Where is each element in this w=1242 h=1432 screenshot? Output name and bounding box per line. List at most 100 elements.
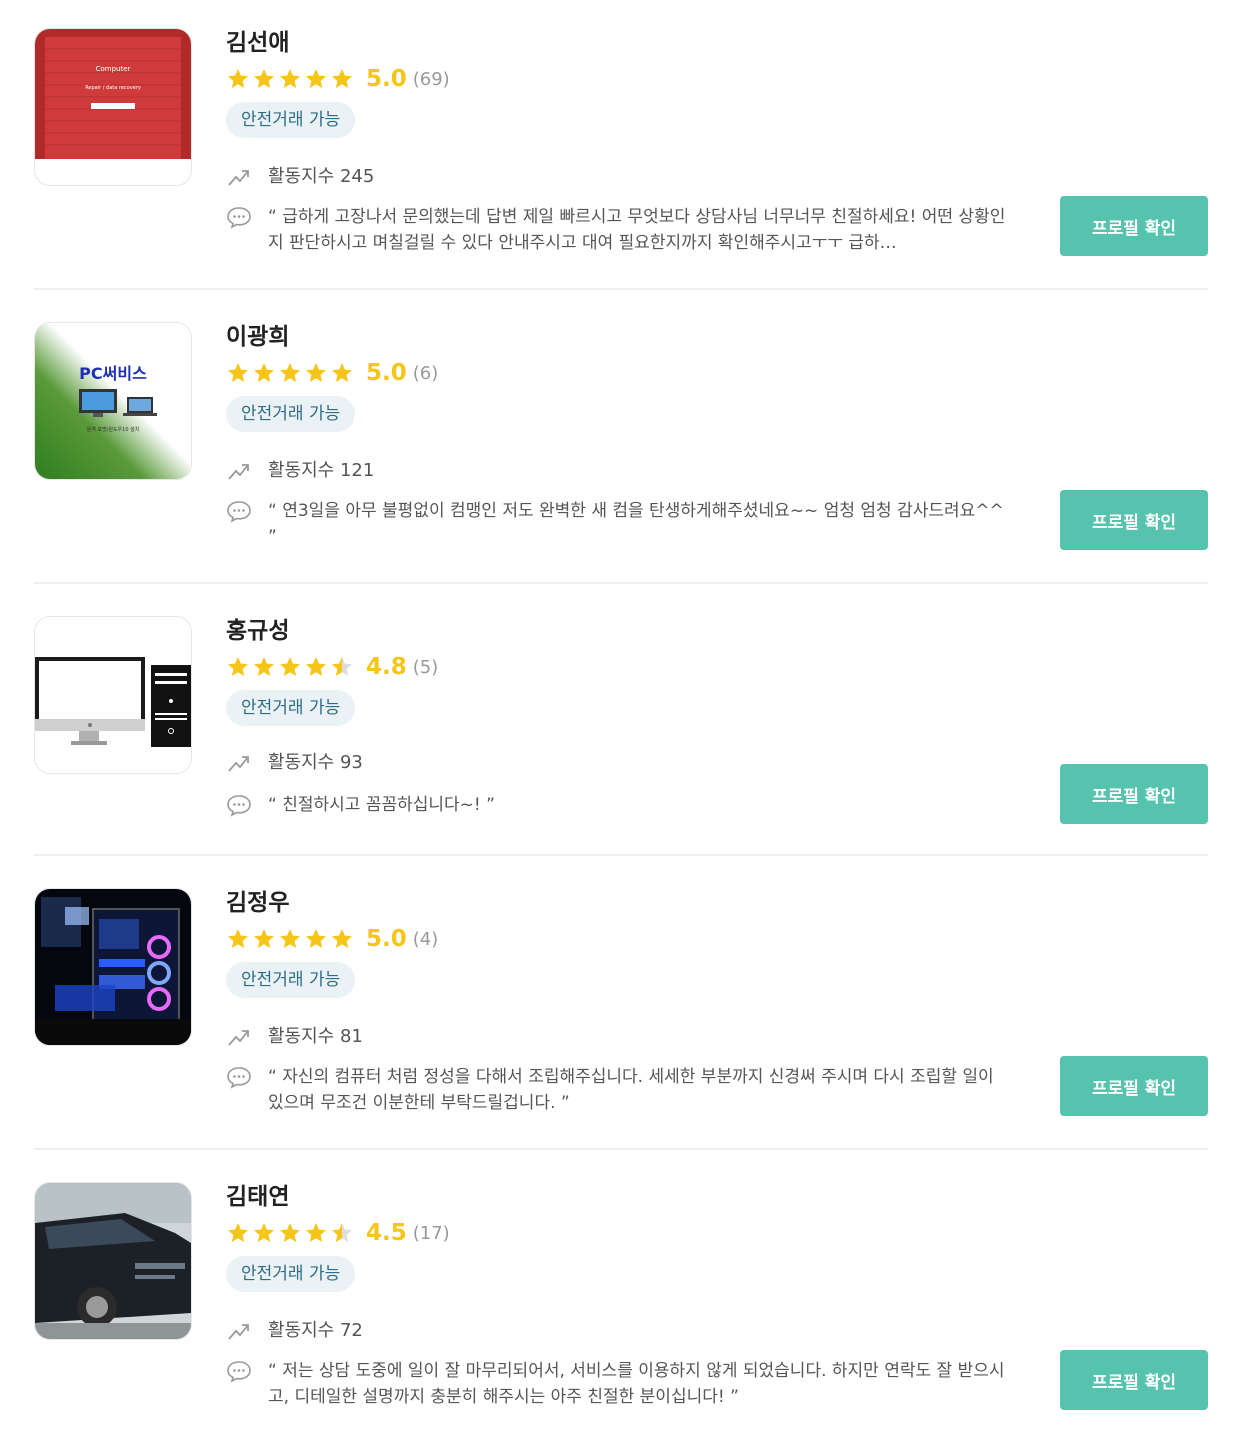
rating-score: 5.0 bbox=[366, 66, 407, 92]
activity-score: 활동지수 121 bbox=[268, 460, 375, 481]
trending-up-icon bbox=[228, 1324, 249, 1340]
profile-image[interactable] bbox=[34, 1182, 192, 1340]
trending-up-icon bbox=[228, 756, 249, 772]
rating: 4.5 (17) bbox=[226, 1218, 450, 1248]
star-icon bbox=[306, 929, 326, 948]
review-row: “ 저는 상담 도중에 일이 잘 마무리되어서, 서비스를 이용하지 않게 되었… bbox=[226, 1358, 1008, 1410]
review-count: (4) bbox=[412, 928, 439, 950]
thumb-title: Computer bbox=[96, 65, 131, 73]
star-rating bbox=[226, 1221, 354, 1245]
star-icon bbox=[280, 929, 300, 948]
thumb-title: PC써비스 bbox=[79, 364, 147, 383]
gaming-pc-image bbox=[35, 889, 191, 1045]
speech-bubble-icon bbox=[227, 1067, 251, 1089]
profile-check-button[interactable]: 프로필 확인 bbox=[1060, 196, 1208, 256]
review-row: “ 연3일을 아무 불평없이 컴맹인 저도 완벽한 새 컴을 탄생하게해주셨네요… bbox=[226, 498, 1008, 550]
star-icon bbox=[332, 929, 352, 948]
expert-name: 이광희 bbox=[226, 324, 290, 350]
rating: 4.8 (5) bbox=[226, 652, 438, 682]
star-icon bbox=[306, 69, 326, 88]
star-rating bbox=[226, 67, 354, 91]
review-text: “ 급하게 고장나서 문의했는데 답변 제일 빠르시고 무엇보다 상담사님 너무… bbox=[268, 207, 1006, 253]
rating: 5.0 (6) bbox=[226, 358, 438, 388]
activity-row: 활동지수 72 bbox=[226, 1318, 363, 1344]
rating-score: 5.0 bbox=[366, 926, 407, 952]
review-count: (6) bbox=[412, 362, 439, 384]
desktop-computer-image bbox=[35, 617, 191, 773]
star-icon bbox=[254, 69, 274, 88]
expert-name: 홍규성 bbox=[226, 618, 290, 644]
star-rating bbox=[226, 655, 354, 679]
activity-score: 활동지수 93 bbox=[268, 752, 363, 773]
star-icon bbox=[254, 657, 274, 676]
activity-row: 활동지수 121 bbox=[226, 458, 374, 484]
rating-score: 5.0 bbox=[366, 360, 407, 386]
review-count: (17) bbox=[412, 1222, 450, 1244]
activity-score: 활동지수 81 bbox=[268, 1026, 363, 1047]
speech-bubble-icon bbox=[227, 207, 251, 229]
speech-bubble-icon bbox=[227, 1361, 251, 1383]
profile-check-button[interactable]: 프로필 확인 bbox=[1060, 1056, 1208, 1116]
rating: 5.0 (69) bbox=[226, 64, 450, 94]
profile-image[interactable] bbox=[34, 888, 192, 1046]
speech-bubble-icon bbox=[227, 795, 251, 817]
expert-card: PC써비스 원격 포맷/윈도우10 설치 이광희 5.0 (6) 안전거래 가능 bbox=[34, 322, 1208, 584]
star-icon bbox=[254, 1223, 274, 1242]
star-icon bbox=[280, 1223, 300, 1242]
expert-name: 김태연 bbox=[226, 1184, 290, 1210]
expert-card: 김태연 4.5 (17) 안전거래 가능 활동지수 72 “ 저는 상담 도중에… bbox=[34, 1182, 1208, 1432]
activity-row: 활동지수 93 bbox=[226, 750, 363, 776]
profile-check-button[interactable]: 프로필 확인 bbox=[1060, 490, 1208, 550]
expert-name: 김선애 bbox=[226, 30, 290, 56]
star-icon bbox=[332, 363, 352, 382]
profile-check-button[interactable]: 프로필 확인 bbox=[1060, 1350, 1208, 1410]
profile-check-button[interactable]: 프로필 확인 bbox=[1060, 764, 1208, 824]
expert-name: 김정우 bbox=[226, 890, 290, 916]
thumb-subtitle: 원격 포맷/윈도우10 설치 bbox=[87, 426, 140, 433]
review-row: “ 친절하시고 꼼꼼하십니다~! ” bbox=[226, 792, 1008, 818]
star-icon bbox=[228, 929, 248, 948]
activity-row: 활동지수 81 bbox=[226, 1024, 363, 1050]
trending-up-icon bbox=[228, 170, 249, 186]
star-icon bbox=[228, 657, 248, 676]
star-icon bbox=[306, 657, 326, 676]
expert-card: 홍규성 4.8 (5) 안전거래 가능 활동지수 93 “ 친절하시고 꼼꼼하십… bbox=[34, 616, 1208, 856]
trending-up-icon bbox=[228, 1030, 249, 1046]
review-text: “ 자신의 컴퓨터 처럼 정성을 다해서 조립해주십니다. 세세한 부분까지 신… bbox=[268, 1067, 994, 1113]
activity-score: 활동지수 245 bbox=[268, 166, 375, 187]
star-icon bbox=[280, 363, 300, 382]
activity-score: 활동지수 72 bbox=[268, 1320, 363, 1341]
rating-score: 4.8 bbox=[366, 654, 407, 680]
profile-image[interactable] bbox=[34, 616, 192, 774]
star-icon bbox=[254, 929, 274, 948]
star-icon bbox=[280, 69, 300, 88]
safe-trade-badge: 안전거래 가능 bbox=[226, 102, 356, 138]
speech-bubble-icon bbox=[227, 501, 251, 523]
review-text: “ 연3일을 아무 불평없이 컴맹인 저도 완벽한 새 컴을 탄생하게해주셨네요… bbox=[268, 501, 1004, 547]
trending-up-icon bbox=[228, 464, 249, 480]
star-icon bbox=[332, 69, 352, 88]
star-icon bbox=[228, 1223, 248, 1242]
review-text: “ 친절하시고 꼼꼼하십니다~! ” bbox=[268, 795, 495, 815]
star-icon bbox=[306, 1223, 326, 1242]
rating: 5.0 (4) bbox=[226, 924, 438, 954]
rating-score: 4.5 bbox=[366, 1220, 407, 1246]
safe-trade-badge: 안전거래 가능 bbox=[226, 1256, 356, 1292]
thumb-subtitle: Repair / data recovery bbox=[85, 85, 141, 91]
star-icon bbox=[332, 1223, 352, 1242]
safe-trade-badge: 안전거래 가능 bbox=[226, 690, 356, 726]
star-icon bbox=[280, 657, 300, 676]
review-count: (5) bbox=[412, 656, 439, 678]
review-count: (69) bbox=[412, 68, 450, 90]
star-rating bbox=[226, 927, 354, 951]
review-row: “ 급하게 고장나서 문의했는데 답변 제일 빠르시고 무엇보다 상담사님 너무… bbox=[226, 204, 1008, 256]
shop-shutter-image: Computer Repair / data recovery bbox=[35, 29, 191, 185]
star-icon bbox=[228, 363, 248, 382]
pc-service-image: PC써비스 원격 포맷/윈도우10 설치 bbox=[35, 323, 191, 479]
profile-image[interactable]: Computer Repair / data recovery bbox=[34, 28, 192, 186]
expert-card: 김정우 5.0 (4) 안전거래 가능 활동지수 81 “ 자신의 컴퓨터 처럼… bbox=[34, 888, 1208, 1150]
safe-trade-badge: 안전거래 가능 bbox=[226, 396, 356, 432]
star-rating bbox=[226, 361, 354, 385]
profile-image[interactable]: PC써비스 원격 포맷/윈도우10 설치 bbox=[34, 322, 192, 480]
activity-row: 활동지수 245 bbox=[226, 164, 374, 190]
